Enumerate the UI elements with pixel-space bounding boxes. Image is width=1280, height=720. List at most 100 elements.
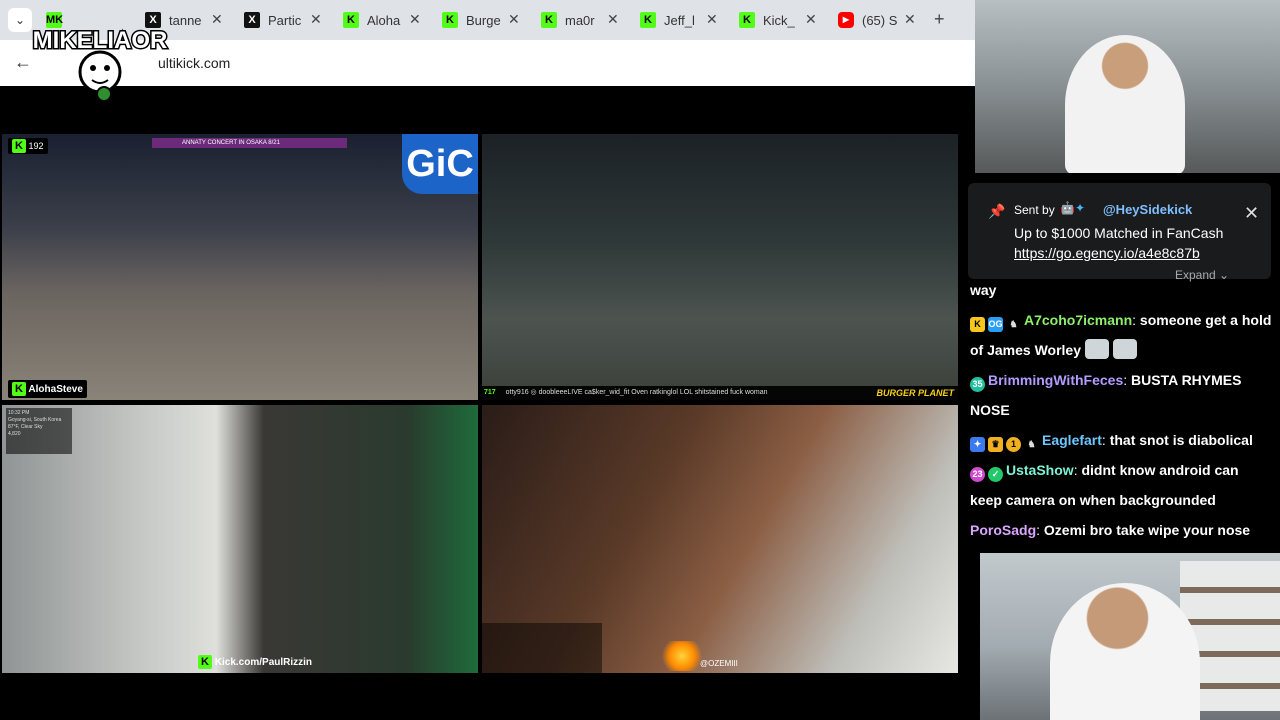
stream-tile-alohasteve[interactable]: K 192 ANNATY CONCERT IN OSAKA 8/21 GiC K… bbox=[2, 134, 478, 400]
chat-separator: : bbox=[1036, 522, 1044, 538]
badge-icon: K bbox=[970, 317, 985, 332]
browser-tab[interactable]: Kma0r ✕ bbox=[535, 6, 629, 34]
webcam-top bbox=[975, 0, 1280, 173]
kick-icon: K bbox=[640, 12, 656, 28]
browser-tab[interactable]: K Aloha ✕ bbox=[337, 6, 431, 34]
chat-text: that snot is diabolical bbox=[1109, 432, 1253, 448]
close-icon[interactable]: ✕ bbox=[211, 11, 223, 28]
tab-title: Kick_ bbox=[763, 13, 795, 28]
chat-message: 23 ✓ UstaShow: didnt know android can keep… bbox=[970, 455, 1272, 515]
kick-icon: K bbox=[12, 382, 26, 396]
close-icon[interactable]: ✕ bbox=[310, 11, 322, 28]
badge-icon: 23 bbox=[970, 467, 985, 482]
stream-tile-burger-planet[interactable]: 717 otty916 ◎ doobleeeLIVE ca$ker_wid_fi… bbox=[482, 134, 958, 400]
chat-separator: : bbox=[1132, 312, 1140, 328]
tab-title: (65) S bbox=[862, 13, 898, 28]
kick-icon: K bbox=[343, 12, 359, 28]
logo-text: MIKELIAOR bbox=[33, 27, 168, 54]
streamer-name-text: AlohaSteve bbox=[28, 384, 83, 395]
tab-title: Jeff_l bbox=[664, 13, 695, 28]
close-icon[interactable]: ✕ bbox=[508, 11, 520, 28]
close-icon[interactable]: ✕ bbox=[805, 11, 817, 28]
close-icon[interactable]: ✕ bbox=[607, 11, 619, 28]
info-line: Goyang-si, South Korea bbox=[8, 417, 62, 423]
chat-text: way bbox=[970, 282, 997, 298]
new-tab-button[interactable]: + bbox=[934, 9, 945, 30]
close-icon[interactable]: ✕ bbox=[409, 11, 421, 28]
stream-watermark: K Kick.com/PaulRizzin bbox=[198, 655, 312, 669]
chat-message: ✦ ♛ 1 ♞ Eaglefart: that snot is diabolical bbox=[970, 425, 1272, 455]
info-line: 10:32 PM bbox=[8, 410, 30, 416]
badge-icon: 35 bbox=[970, 377, 985, 392]
badge-icon: ♞ bbox=[1009, 319, 1018, 329]
badge-icon: ✦ bbox=[970, 437, 985, 452]
kick-icon: K bbox=[442, 12, 458, 28]
badge-icon: ✓ bbox=[988, 467, 1003, 482]
info-line: 87°F, Clear Sky bbox=[8, 424, 43, 430]
pinned-link[interactable]: https://go.egency.io/a4e8c87b bbox=[1014, 245, 1200, 261]
stream-tile-ozemi[interactable]: @OZEMIII bbox=[482, 405, 958, 673]
brand-label: BURGER PLANET bbox=[876, 388, 954, 398]
browser-tab[interactable]: K Kick_ ✕ bbox=[733, 6, 827, 34]
browser-tab[interactable]: ▶ (65) S ✕ bbox=[832, 6, 926, 34]
x-icon: X bbox=[244, 12, 260, 28]
tab-search-button[interactable]: ⌄ bbox=[8, 8, 32, 32]
kick-icon: K bbox=[739, 12, 755, 28]
chat-message: way bbox=[970, 275, 1272, 305]
tab-title: tanne bbox=[169, 13, 202, 28]
chat-text: Ozemi bro take wipe your nose bbox=[1043, 522, 1251, 538]
chat-separator: : bbox=[1123, 372, 1132, 388]
chat-username[interactable]: PoroSadg bbox=[970, 522, 1036, 538]
badge-icon: 1 bbox=[1006, 437, 1021, 452]
location-overlay: 10:32 PM Goyang-si, South Korea 87°F, Cl… bbox=[6, 408, 72, 454]
info-line: 4,820 bbox=[8, 431, 21, 437]
pinned-username[interactable]: @HeySidekick bbox=[1103, 202, 1192, 217]
viewer-count-value: 192 bbox=[28, 141, 44, 151]
browser-window: ⌄ MK Xtanne ✕ X Partic ✕ K Aloha ✕ K Burge ✕ Kma0r ✕ K… bbox=[0, 0, 975, 720]
chat-message: K OG ♞ A7coho7icmann: someone get a hold of… bbox=[970, 305, 1272, 365]
pinned-text: Up to $1000 Matched in FanCash bbox=[1014, 225, 1224, 241]
tab-title: Burge bbox=[466, 13, 501, 28]
ticker-count: 717 bbox=[484, 389, 496, 396]
close-icon[interactable]: ✕ bbox=[904, 11, 916, 28]
streamer-cam-person bbox=[1050, 583, 1200, 720]
stream-tile-paulrizzin[interactable]: 10:32 PM Goyang-si, South Korea 87°F, Cl… bbox=[2, 405, 478, 673]
badge-icon: ♛ bbox=[988, 437, 1003, 452]
streamer-logo: MIKELIAOR bbox=[31, 26, 169, 102]
browser-tab[interactable]: K Burge ✕ bbox=[436, 6, 530, 34]
streamer-name: K AlohaSteve bbox=[8, 380, 87, 398]
browser-tab[interactable]: K Jeff_l ✕ bbox=[634, 6, 728, 34]
lighter-flame bbox=[662, 641, 702, 671]
stream-banner: ANNATY CONCERT IN OSAKA 8/21 bbox=[152, 138, 347, 148]
webcam-bottom bbox=[980, 553, 1280, 720]
close-icon[interactable]: ✕ bbox=[1244, 203, 1259, 224]
store-sign: GiC bbox=[402, 134, 478, 194]
stream-watermark: @OZEMIII bbox=[700, 659, 738, 668]
chat-ticker: 717 otty916 ◎ doobleeeLIVE ca$ker_wid_fi… bbox=[482, 386, 958, 400]
kick-icon: K bbox=[198, 655, 212, 669]
tab-title: Aloha bbox=[367, 13, 401, 28]
pinned-sent-by: Sent by bbox=[1014, 203, 1055, 217]
chat-username[interactable]: Eaglefart bbox=[1042, 432, 1102, 448]
pin-icon: 📌 bbox=[988, 203, 1006, 219]
chat-username[interactable]: A7coho7icmann bbox=[1024, 312, 1132, 328]
chat-message: 35 BrimmingWithFeces: BUSTA RHYMES NOSE bbox=[970, 365, 1272, 425]
kick-icon: K bbox=[12, 139, 26, 153]
sidekick-bot-icon: 🤖✦ bbox=[1060, 201, 1085, 215]
chat-username[interactable]: BrimmingWithFeces bbox=[988, 372, 1123, 388]
emote-icon bbox=[1085, 339, 1110, 359]
close-icon[interactable]: ✕ bbox=[706, 11, 718, 28]
tab-title: ma0r bbox=[565, 13, 595, 28]
chat-message: red_doggo: BOOGEY bbox=[970, 545, 1272, 553]
ticker-text: otty916 ◎ doobleeeLIVE ca$ker_wid_fit Ov… bbox=[505, 389, 768, 396]
pinned-message: 📌 Sent by 🤖✦ @HeySidekick ✕ Up to $1000 … bbox=[968, 183, 1271, 282]
chat-message: PoroSadg: Ozemi bro take wipe your nose bbox=[970, 515, 1272, 545]
streamer-cam-person bbox=[1065, 35, 1185, 173]
chat-separator: : bbox=[1101, 432, 1110, 448]
badge-icon: ♞ bbox=[1027, 439, 1036, 449]
watermark-text: Kick.com/PaulRizzin bbox=[214, 657, 313, 668]
badge-icon: OG bbox=[988, 317, 1003, 332]
browser-tab[interactable]: X Partic ✕ bbox=[238, 6, 332, 34]
chat-messages: way K OG ♞ A7coho7icmann: someone get a hold… bbox=[970, 275, 1272, 553]
chat-username[interactable]: UstaShow bbox=[1006, 462, 1074, 478]
